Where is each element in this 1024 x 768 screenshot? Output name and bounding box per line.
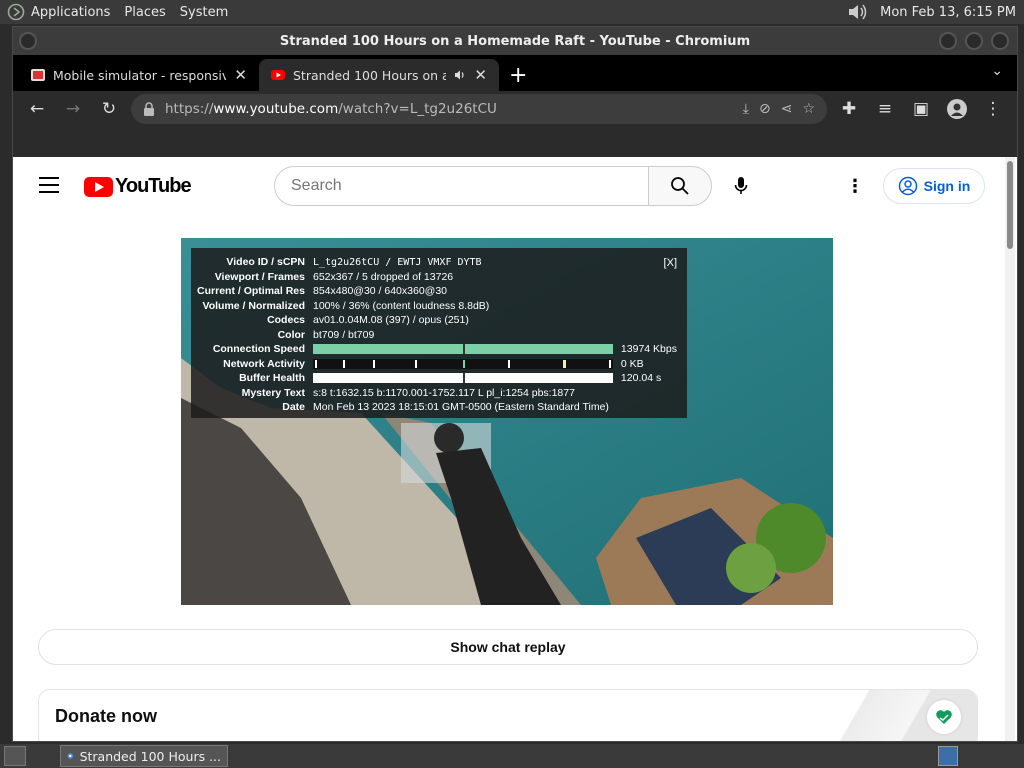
- tab-search-chevron-icon[interactable]: ⌄: [991, 63, 1003, 79]
- stats-row: Mystery Text s:8 t:1632.15 b:1170.001-175…: [241, 386, 575, 399]
- stats-row: Viewport / Frames 652x367 / 5 dropped of …: [214, 270, 454, 283]
- stats-row: Color bt709 / bt709: [277, 328, 375, 341]
- account-circle-icon: [898, 176, 917, 196]
- voice-search-button[interactable]: [725, 170, 757, 202]
- panel-tray: Mon Feb 13, 6:15 PM: [846, 0, 1016, 24]
- new-tab-button[interactable]: +: [499, 59, 537, 91]
- tab-youtube[interactable]: Stranded 100 Hours on a H ✕: [259, 59, 499, 91]
- sign-in-label: Sign in: [923, 178, 971, 194]
- minimize-button[interactable]: [939, 32, 957, 50]
- kebab-menu-icon[interactable]: ⋮: [979, 95, 1007, 123]
- stats-close-button[interactable]: [X]: [664, 257, 677, 269]
- window-titlebar[interactable]: Stranded 100 Hours on a Homemade Raft - …: [13, 27, 1017, 55]
- tab-strip: Mobile simulator - responsive ✕ Stranded…: [13, 55, 1017, 91]
- search-button[interactable]: [648, 166, 712, 206]
- places-menu[interactable]: Places: [117, 0, 172, 24]
- extensions-puzzle-icon[interactable]: ✚: [835, 95, 863, 123]
- youtube-logo[interactable]: YouTube: [84, 175, 192, 198]
- stats-row: Codecs av01.0.04M.08 (397) / opus (251): [267, 314, 469, 327]
- maximize-button[interactable]: [965, 32, 983, 50]
- connection-speed-bar: [313, 344, 613, 355]
- show-desktop-button[interactable]: [4, 746, 26, 766]
- network-activity-bar: [313, 358, 613, 369]
- connection-speed-value: 13974 Kbps: [620, 343, 677, 356]
- tab-title: Stranded 100 Hours on a H: [293, 67, 447, 83]
- stats-row: Buffer Health 120.04 s: [239, 372, 662, 385]
- mobile-simulator-favicon: [31, 69, 45, 81]
- buffer-health-value: 120.04 s: [620, 372, 662, 385]
- stats-for-nerds-overlay: [X] Video ID / sCPN L_tg2u26tCU / EWTJ VM…: [191, 248, 687, 418]
- top-panel: Applications Places System Mon Feb 13, 6…: [0, 0, 1024, 24]
- address-bar[interactable]: https://www.youtube.com/watch?v=L_tg2u26…: [131, 94, 827, 124]
- share-icon[interactable]: ⋖: [781, 101, 793, 117]
- gnome-foot-icon: [7, 3, 25, 21]
- taskbar-window-button[interactable]: Stranded 100 Hours ...: [60, 745, 228, 767]
- close-tab-icon[interactable]: ✕: [474, 66, 487, 84]
- volume-icon[interactable]: [846, 2, 868, 22]
- install-app-icon[interactable]: ⤓: [743, 101, 749, 117]
- scrollbar-thumb[interactable]: [1007, 161, 1013, 249]
- tab-title: Mobile simulator - responsive: [53, 67, 227, 83]
- reload-icon[interactable]: ↻: [95, 95, 123, 123]
- sign-in-button[interactable]: Sign in: [883, 168, 985, 204]
- youtube-play-logo-icon: [84, 176, 113, 197]
- window-title: Stranded 100 Hours on a Homemade Raft - …: [279, 33, 751, 49]
- panel-clock[interactable]: Mon Feb 13, 6:15 PM: [880, 5, 1016, 20]
- url-text[interactable]: https://www.youtube.com/watch?v=L_tg2u26…: [165, 101, 733, 117]
- lock-icon[interactable]: [143, 102, 155, 116]
- taskbar-window-title: Stranded 100 Hours ...: [79, 748, 221, 764]
- microphone-icon: [734, 177, 748, 194]
- back-arrow-icon[interactable]: ←: [23, 95, 51, 123]
- youtube-masthead: YouTube ⋮ Sign in: [13, 157, 1017, 215]
- window-menu-button[interactable]: [19, 32, 37, 50]
- bottom-panel: Stranded 100 Hours ...: [0, 744, 1024, 768]
- browser-toolbar: ← → ↻ https://www.youtube.com/watch?v=L_…: [13, 91, 1017, 127]
- side-panel-icon[interactable]: ▣: [907, 95, 935, 123]
- youtube-wordmark: YouTube: [115, 175, 192, 197]
- donate-panel[interactable]: Donate now: [38, 689, 978, 741]
- stats-row: Volume / Normalized 100% / 36% (content l…: [202, 299, 490, 312]
- applications-menu-label: Applications: [31, 4, 111, 20]
- show-chat-replay-button[interactable]: Show chat replay: [38, 629, 978, 665]
- forward-arrow-icon[interactable]: →: [59, 95, 87, 123]
- search-icon: [671, 177, 689, 195]
- close-window-button[interactable]: [991, 32, 1009, 50]
- browser-window: Stranded 100 Hours on a Homemade Raft - …: [12, 26, 1018, 742]
- workspace-switcher[interactable]: [938, 746, 958, 766]
- chromium-icon: [67, 753, 74, 759]
- buffer-health-bar: [313, 373, 613, 384]
- stats-row: Network Activity 0 KB: [223, 357, 644, 370]
- audio-playing-icon[interactable]: [454, 69, 466, 81]
- guide-menu-icon[interactable]: [39, 177, 59, 193]
- stats-row: Date Mon Feb 13 2023 18:15:01 GMT-0500 (E…: [282, 401, 609, 414]
- youtube-favicon: [271, 70, 285, 80]
- bookmark-star-icon[interactable]: ☆: [802, 101, 815, 117]
- applications-menu[interactable]: Applications: [0, 0, 117, 24]
- network-activity-value: 0 KB: [620, 357, 644, 370]
- tab-mobile-simulator[interactable]: Mobile simulator - responsive ✕: [19, 59, 259, 91]
- stats-row: Video ID / sCPN L_tg2u26tCU / EWTJ VMXF D…: [226, 256, 482, 269]
- settings-kebab-icon[interactable]: ⋮: [843, 174, 867, 198]
- profile-avatar-icon[interactable]: [943, 95, 971, 123]
- media-control-icon[interactable]: ≡: [871, 95, 899, 123]
- close-tab-icon[interactable]: ✕: [234, 66, 247, 84]
- page-viewport: YouTube ⋮ Sign in: [13, 157, 1017, 741]
- donate-heart-hand-icon: [927, 700, 961, 734]
- search-input[interactable]: [274, 166, 649, 206]
- stats-row: Connection Speed 13974 Kbps: [212, 343, 677, 356]
- page-scrollbar[interactable]: [1005, 157, 1015, 741]
- eye-off-icon[interactable]: ⊘: [759, 101, 771, 117]
- donate-title: Donate now: [55, 706, 157, 726]
- system-menu[interactable]: System: [173, 0, 235, 24]
- video-player[interactable]: [X] Video ID / sCPN L_tg2u26tCU / EWTJ VM…: [181, 238, 833, 605]
- stats-row: Current / Optimal Res 854x480@30 / 640x36…: [197, 285, 448, 298]
